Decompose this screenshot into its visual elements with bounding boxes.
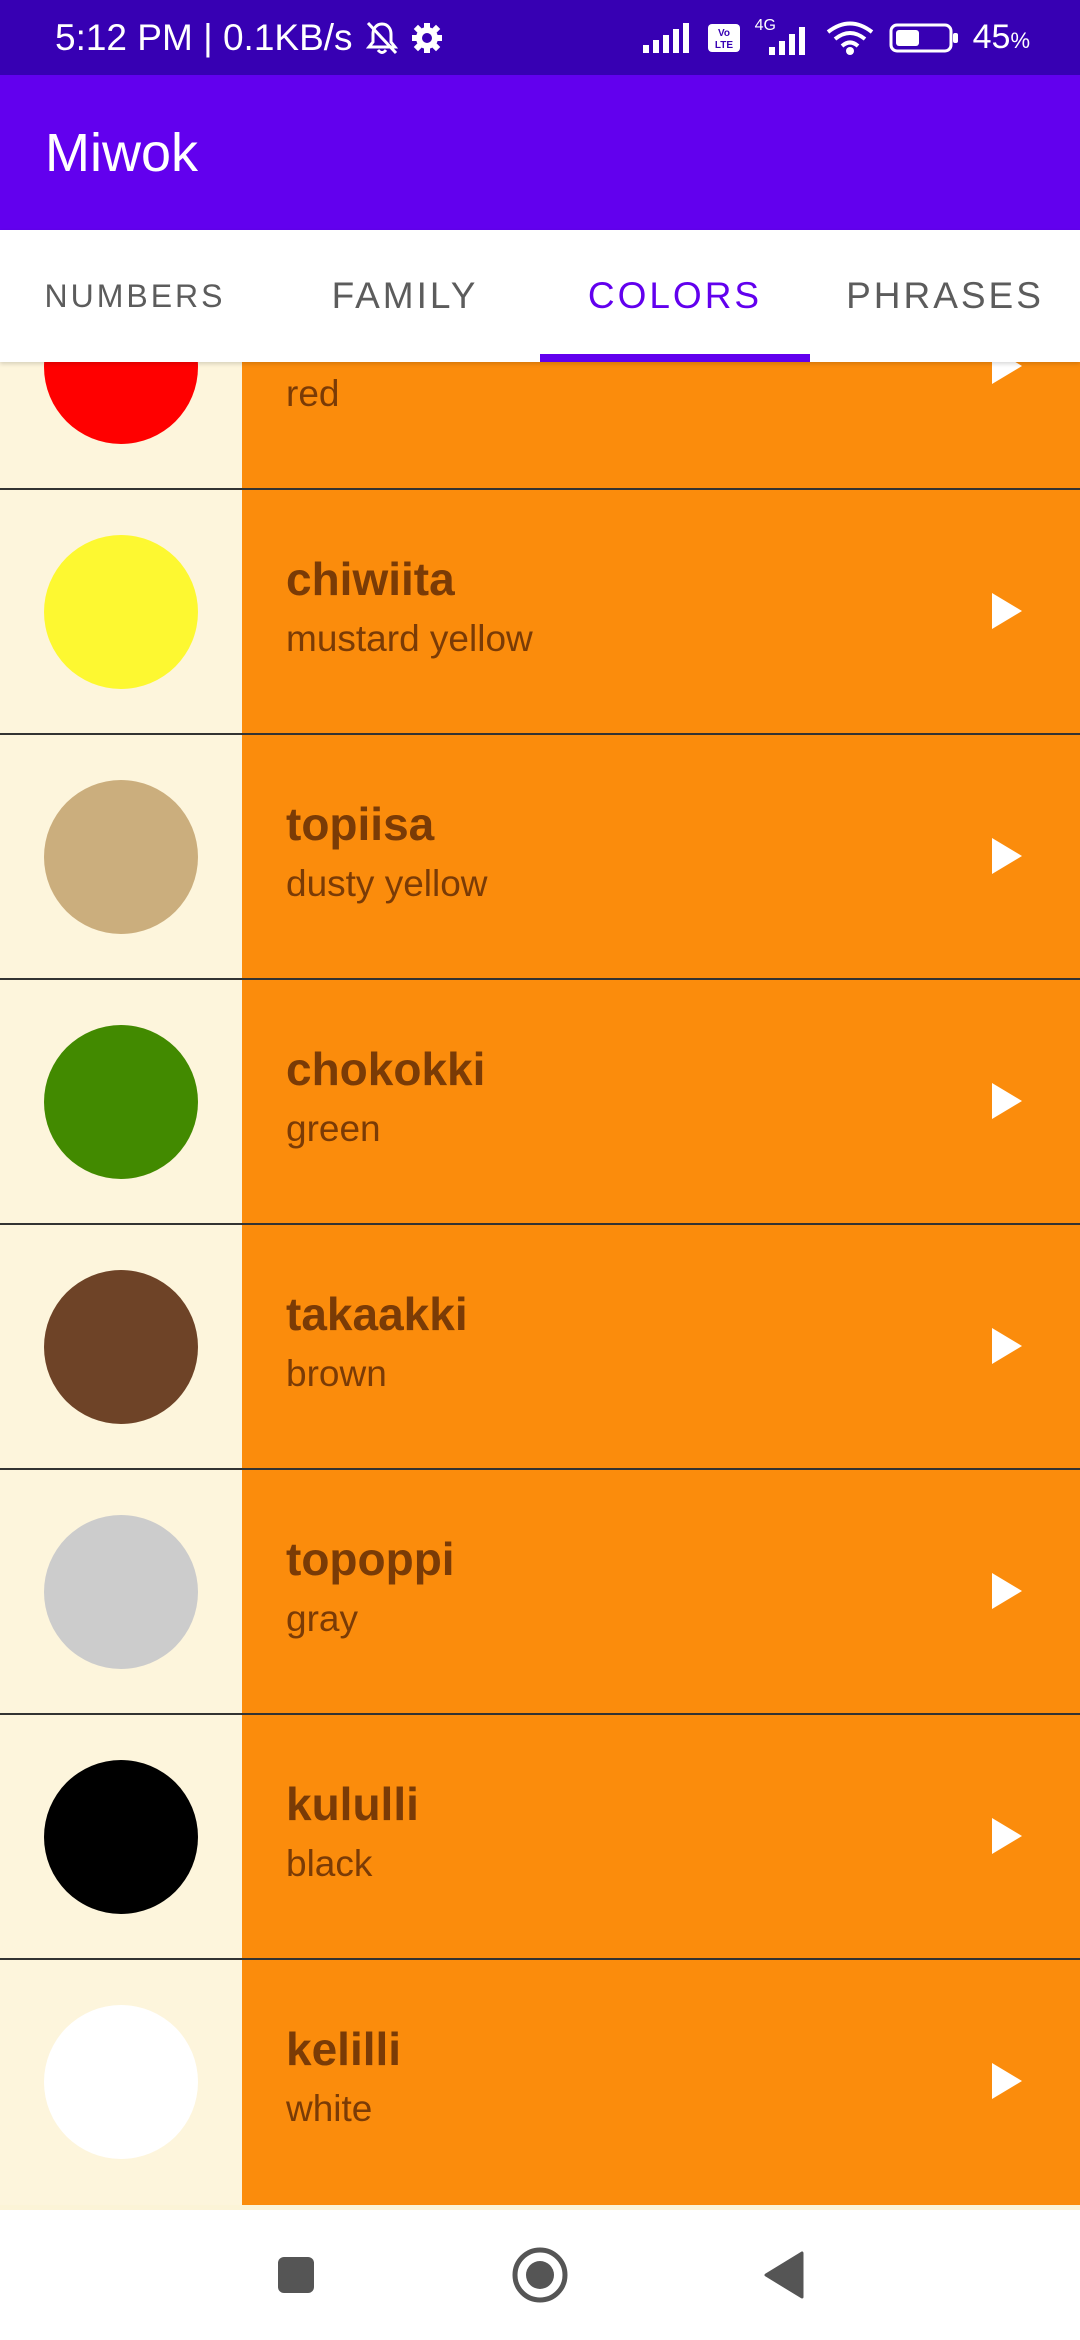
home-button[interactable]	[505, 2240, 575, 2310]
list-item[interactable]: kelilli white	[0, 1960, 1080, 2205]
square-icon	[278, 2257, 314, 2293]
play-icon[interactable]	[992, 362, 1022, 384]
item-image	[0, 1470, 242, 1715]
miwok-word: takaakki	[286, 1288, 468, 1340]
battery-icon	[889, 21, 959, 55]
status-left: 5:12 PM | 0.1KB/s	[55, 0, 443, 75]
list-item[interactable]: chokokki green	[0, 980, 1080, 1225]
signal-icon	[642, 22, 693, 53]
item-text-container[interactable]: topoppi gray	[242, 1470, 1080, 1715]
tab-phrases[interactable]: PHRASES	[810, 230, 1080, 362]
back-button[interactable]	[749, 2240, 819, 2310]
tab-numbers[interactable]: NUMBERS	[0, 230, 270, 362]
list-item[interactable]: red	[0, 362, 1080, 490]
english-word: mustard yellow	[286, 618, 533, 659]
color-swatch	[44, 1270, 198, 1424]
play-icon[interactable]	[992, 2063, 1022, 2099]
color-swatch	[44, 1515, 198, 1669]
miwok-word: chokokki	[286, 1043, 486, 1095]
item-image	[0, 1225, 242, 1470]
play-icon[interactable]	[992, 1328, 1022, 1364]
tab-colors[interactable]: COLORS	[540, 230, 810, 362]
item-text-container[interactable]: chokokki green	[242, 980, 1080, 1225]
color-swatch	[44, 1760, 198, 1914]
wifi-icon	[825, 21, 875, 55]
english-word: brown	[286, 1353, 387, 1394]
play-icon[interactable]	[992, 1573, 1022, 1609]
list-item[interactable]: chiwiita mustard yellow	[0, 490, 1080, 735]
miwok-word: chiwiita	[286, 553, 455, 605]
screen: 5:12 PM | 0.1KB/s Vo LTE 4G 45% Miwok NU…	[0, 0, 1080, 2340]
english-word: gray	[286, 1598, 358, 1639]
color-swatch	[44, 780, 198, 934]
item-image	[0, 490, 242, 735]
item-image	[0, 735, 242, 980]
miwok-word: kululli	[286, 1778, 419, 1830]
play-icon[interactable]	[992, 593, 1022, 629]
battery-value: 45	[972, 18, 1011, 56]
volte-text-lte: LTE	[715, 40, 733, 51]
app-bar: Miwok	[0, 75, 1080, 230]
volte-text-vo: Vo	[718, 28, 730, 39]
miwok-word: kelilli	[286, 2023, 402, 2075]
list-item[interactable]: topiisa dusty yellow	[0, 735, 1080, 980]
item-image	[0, 1960, 242, 2205]
status-bar: 5:12 PM | 0.1KB/s Vo LTE 4G 45%	[0, 0, 1080, 75]
tab-family[interactable]: FAMILY	[270, 230, 540, 362]
miwok-word: topiisa	[286, 798, 435, 850]
color-swatch	[44, 362, 198, 444]
gear-icon	[411, 22, 443, 54]
color-swatch	[44, 1025, 198, 1179]
triangle-back-icon	[764, 2251, 804, 2299]
color-swatch	[44, 535, 198, 689]
muted-bell-icon	[365, 20, 399, 56]
english-word: white	[286, 2088, 373, 2129]
list-item[interactable]: topoppi gray	[0, 1470, 1080, 1715]
miwok-word: topoppi	[286, 1533, 455, 1585]
english-word: green	[286, 1108, 381, 1149]
signal-4g-icon: 4G	[755, 17, 811, 55]
english-word: black	[286, 1843, 373, 1884]
circle-icon	[512, 2247, 568, 2303]
navigation-bar	[0, 2210, 1080, 2340]
item-image	[0, 980, 242, 1225]
item-text-container[interactable]: topiisa dusty yellow	[242, 735, 1080, 980]
battery-percentage: 45%	[973, 18, 1030, 57]
play-icon[interactable]	[992, 838, 1022, 874]
list-item[interactable]: kululli black	[0, 1715, 1080, 1960]
status-time-speed: 5:12 PM | 0.1KB/s	[55, 16, 353, 58]
battery-unit: %	[1010, 28, 1030, 53]
status-right: Vo LTE 4G 45%	[642, 0, 1030, 75]
item-image	[0, 1715, 242, 1960]
colors-list[interactable]: red chiwiita mustard yellow topiisa dust	[0, 362, 1080, 2210]
item-image	[0, 362, 242, 490]
english-word: dusty yellow	[286, 863, 488, 904]
volte-icon: Vo LTE	[707, 23, 741, 53]
item-text-container[interactable]: takaakki brown	[242, 1225, 1080, 1470]
english-word: red	[286, 373, 340, 414]
tab-bar: NUMBERS FAMILY COLORS PHRASES	[0, 230, 1080, 362]
color-swatch	[44, 2005, 198, 2159]
list-item[interactable]: takaakki brown	[0, 1225, 1080, 1470]
item-text-container[interactable]: red	[242, 362, 1080, 490]
play-icon[interactable]	[992, 1818, 1022, 1854]
selected-tab-indicator	[540, 354, 810, 362]
item-text-container[interactable]: kululli black	[242, 1715, 1080, 1960]
item-text-container[interactable]: chiwiita mustard yellow	[242, 490, 1080, 735]
item-text-container[interactable]: kelilli white	[242, 1960, 1080, 2205]
app-title: Miwok	[45, 122, 199, 183]
recents-button[interactable]	[261, 2240, 331, 2310]
play-icon[interactable]	[992, 1083, 1022, 1119]
